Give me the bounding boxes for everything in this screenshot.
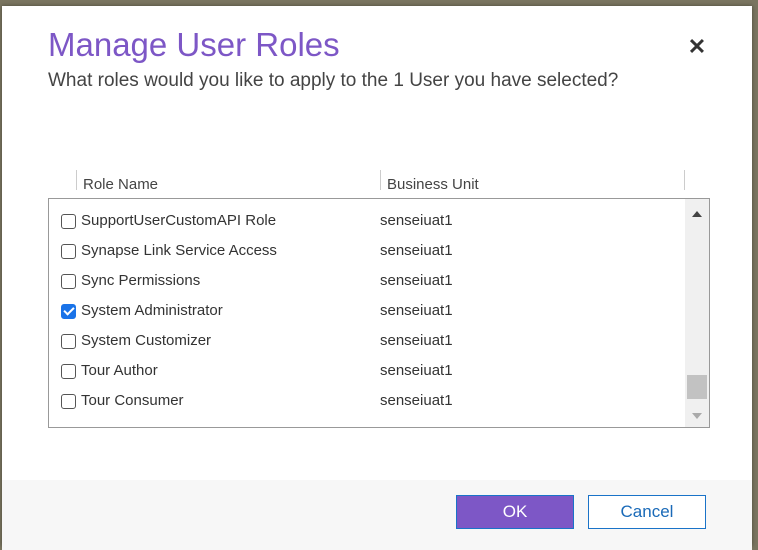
column-separator[interactable] xyxy=(380,170,381,190)
role-checkbox[interactable] xyxy=(61,394,76,409)
scrollbar-thumb[interactable] xyxy=(687,375,707,399)
role-checkbox[interactable] xyxy=(61,214,76,229)
role-name: System Administrator xyxy=(81,302,223,319)
manage-user-roles-dialog: Manage User Roles What roles would you l… xyxy=(2,6,752,550)
role-name: Synapse Link Service Access xyxy=(81,242,277,259)
role-name: Tour Consumer xyxy=(81,392,184,409)
role-name: System Customizer xyxy=(81,332,212,349)
role-checkbox[interactable] xyxy=(61,198,76,199)
table-row[interactable]: System Administrator senseiuat1 xyxy=(49,297,683,327)
business-unit: senseiuat1 xyxy=(380,272,453,289)
close-icon[interactable]: ✕ xyxy=(686,36,708,58)
vertical-scrollbar[interactable] xyxy=(685,199,709,427)
column-header-role-name[interactable]: Role Name xyxy=(83,176,158,193)
column-separator xyxy=(76,170,77,190)
table-row[interactable]: Tour Author senseiuat1 xyxy=(49,357,683,387)
role-checkbox[interactable] xyxy=(61,304,76,319)
business-unit: senseiuat1 xyxy=(380,362,453,379)
role-name: Solution Checker xyxy=(81,198,195,199)
dialog-footer: OK Cancel xyxy=(2,480,752,550)
dialog-title: Manage User Roles xyxy=(48,26,340,63)
table-row[interactable]: SupportUserCustomAPI Role senseiuat1 xyxy=(49,207,683,237)
business-unit: senseiuat1 xyxy=(380,332,453,349)
role-checkbox[interactable] xyxy=(61,244,76,259)
table-row[interactable]: System Customizer senseiuat1 xyxy=(49,327,683,357)
grid-header: Role Name Business Unit xyxy=(48,170,708,196)
role-checkbox[interactable] xyxy=(61,274,76,289)
business-unit: senseiuat1 xyxy=(380,212,453,229)
column-header-business-unit[interactable]: Business Unit xyxy=(387,176,479,193)
role-checkbox[interactable] xyxy=(61,334,76,349)
role-checkbox[interactable] xyxy=(61,364,76,379)
column-separator xyxy=(684,170,685,190)
table-row[interactable]: Tour Consumer senseiuat1 xyxy=(49,387,683,417)
business-unit: senseiuat1 xyxy=(380,392,453,409)
role-name: Tour Author xyxy=(81,362,158,379)
role-name: SupportUserCustomAPI Role xyxy=(81,212,277,229)
scroll-down-icon[interactable] xyxy=(692,413,702,419)
business-unit: senseiuat1 xyxy=(380,242,453,259)
table-row[interactable]: Synapse Link Service Access senseiuat1 xyxy=(49,237,683,267)
business-unit: senseiuat1 xyxy=(380,198,453,199)
ok-button[interactable]: OK xyxy=(456,495,574,529)
roles-grid: Solution Checker senseiuat1 SupportUserC… xyxy=(48,198,710,428)
table-row[interactable]: Sync Permissions senseiuat1 xyxy=(49,267,683,297)
business-unit: senseiuat1 xyxy=(380,302,453,319)
cancel-button[interactable]: Cancel xyxy=(588,495,706,529)
dialog-subtitle: What roles would you like to apply to th… xyxy=(48,70,619,91)
role-name: Sync Permissions xyxy=(81,272,201,289)
table-row[interactable]: Solution Checker senseiuat1 xyxy=(49,198,683,207)
scroll-up-icon[interactable] xyxy=(692,211,702,217)
